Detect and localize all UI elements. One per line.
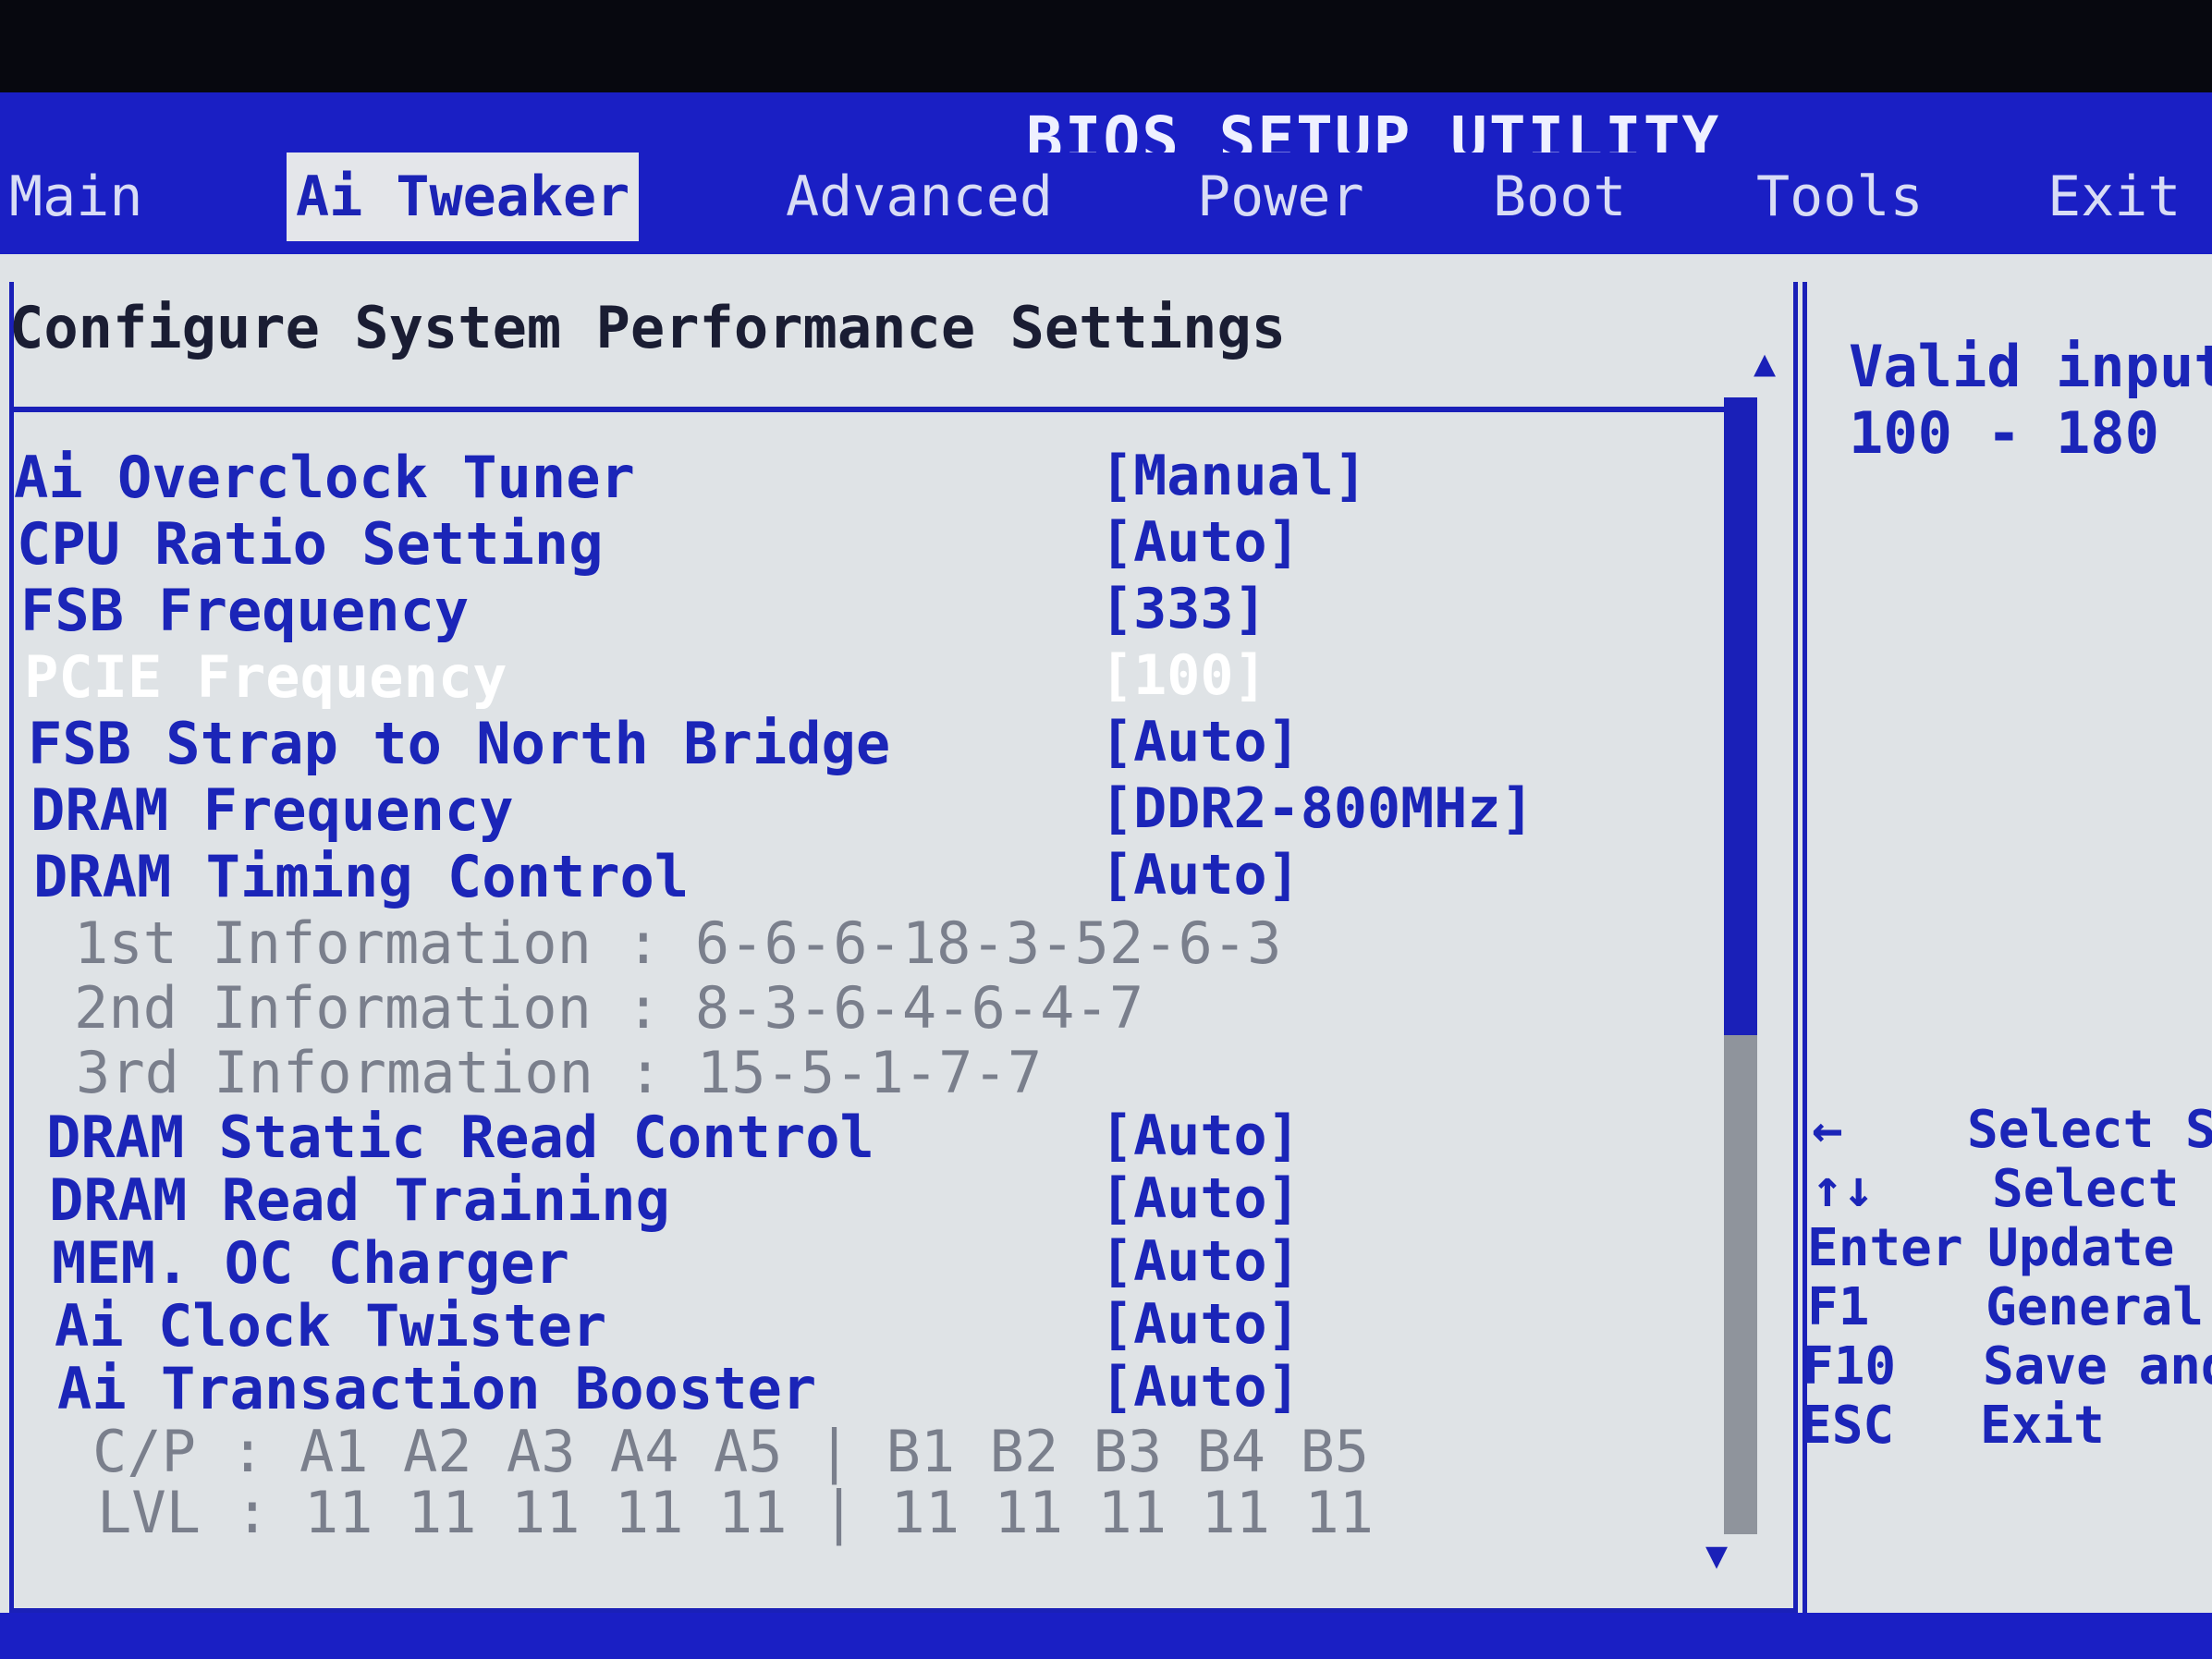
key-desc: Update <box>1987 1218 2175 1278</box>
tab-main[interactable]: Main <box>0 152 153 241</box>
tab-ai-tweaker[interactable]: Ai Tweaker <box>287 152 640 241</box>
tab-exit[interactable]: Exit <box>2038 152 2191 241</box>
setting-value[interactable]: [Auto] <box>1100 1355 1301 1420</box>
setting-label: DRAM Read Training <box>49 1166 670 1234</box>
setting-value[interactable]: [333] <box>1100 577 1267 641</box>
key-enter: Enter <box>1807 1218 1963 1278</box>
setting-dram-frequency[interactable]: DRAM Frequency [DDR2-800MHz] <box>0 776 1756 844</box>
setting-fsb-frequency[interactable]: FSB Frequency [333] <box>0 577 1756 644</box>
key-desc: Exit <box>1980 1396 2105 1456</box>
left-arrow-icon: ← <box>1812 1100 1843 1160</box>
setting-label: Ai Transaction Booster <box>57 1355 817 1422</box>
key-desc: Select <box>1992 1159 2180 1219</box>
setting-ai-transaction-booster[interactable]: Ai Transaction Booster [Auto] <box>0 1355 1756 1422</box>
key-f1: F1 <box>1807 1277 1870 1337</box>
tab-advanced[interactable]: Advanced <box>776 152 1062 241</box>
scroll-up-arrow-icon[interactable]: ▲ <box>1754 342 1776 384</box>
timing-info-3: 3rd Information : 15-5-1-7-7 <box>0 1039 1756 1106</box>
setting-fsb-strap[interactable]: FSB Strap to North Bridge [Auto] <box>0 710 1756 777</box>
setting-value[interactable]: [Manual] <box>1100 444 1367 508</box>
setting-value[interactable]: [Auto] <box>1100 710 1301 775</box>
setting-value[interactable]: [Auto] <box>1100 843 1301 908</box>
setting-label: DRAM Timing Control <box>33 843 690 910</box>
setting-label: PCIE Frequency <box>24 643 507 711</box>
timing-info-2: 2nd Information : 8-3-6-4-6-4-7 <box>0 974 1756 1042</box>
setting-dram-static-read[interactable]: DRAM Static Read Control [Auto] <box>0 1104 1756 1171</box>
key-desc: Save and <box>1983 1336 2212 1397</box>
setting-value[interactable]: [Auto] <box>1100 1166 1301 1231</box>
help-text-line2: 100 - 180 <box>1849 399 2159 467</box>
section-divider <box>14 407 1752 412</box>
setting-value[interactable]: [Auto] <box>1100 510 1301 575</box>
key-esc: ESC <box>1801 1396 1895 1456</box>
setting-pcie-frequency[interactable]: PCIE Frequency [100] <box>0 643 1756 711</box>
setting-ai-clock-twister[interactable]: Ai Clock Twister [Auto] <box>0 1292 1756 1360</box>
scrollbar-thumb[interactable] <box>1724 397 1757 1035</box>
setting-value[interactable]: [100] <box>1100 643 1267 708</box>
tab-boot[interactable]: Boot <box>1484 152 1636 241</box>
bezel-top <box>0 0 2212 92</box>
setting-value[interactable]: [DDR2-800MHz] <box>1100 776 1534 841</box>
tab-power[interactable]: Power <box>1188 152 1374 241</box>
setting-label: DRAM Static Read Control <box>46 1104 874 1171</box>
setting-label: DRAM Frequency <box>31 776 514 844</box>
menu-tabs: Main Ai Tweaker Advanced Power Boot Tool… <box>0 152 2212 254</box>
tab-tools[interactable]: Tools <box>1747 152 1933 241</box>
setting-dram-timing-control[interactable]: DRAM Timing Control [Auto] <box>0 843 1756 910</box>
up-down-arrow-icon: ↑↓ <box>1812 1159 1875 1219</box>
setting-cpu-ratio[interactable]: CPU Ratio Setting [Auto] <box>0 510 1756 578</box>
section-title: Configure System Performance Settings <box>9 294 1287 361</box>
info-text: C/P : A1 A2 A3 A4 A5 | B1 B2 B3 B4 B5 <box>92 1418 1370 1485</box>
key-desc: General <box>1986 1277 2205 1337</box>
setting-dram-read-training[interactable]: DRAM Read Training [Auto] <box>0 1166 1756 1234</box>
setting-mem-oc-charger[interactable]: MEM. OC Charger [Auto] <box>0 1229 1756 1297</box>
setting-label: Ai Overclock Tuner <box>14 444 635 511</box>
info-text: 3rd Information : 15-5-1-7-7 <box>76 1039 1043 1106</box>
setting-ai-overclock-tuner[interactable]: Ai Overclock Tuner [Manual] <box>0 444 1756 511</box>
booster-info-lvl: LVL : 11 11 11 11 11 | 11 11 11 11 11 <box>0 1479 1756 1546</box>
key-desc: Select S <box>1967 1100 2212 1160</box>
setting-value[interactable]: [Auto] <box>1100 1292 1301 1357</box>
footer-bar <box>0 1613 2212 1659</box>
setting-value[interactable]: [Auto] <box>1100 1229 1301 1294</box>
setting-label: FSB Frequency <box>20 577 470 644</box>
info-text: 2nd Information : 8-3-6-4-6-4-7 <box>74 974 1144 1042</box>
setting-label: Ai Clock Twister <box>55 1292 607 1360</box>
key-f10: F10 <box>1803 1336 1897 1397</box>
info-text: 1st Information : 6-6-6-18-3-52-6-3 <box>74 909 1282 977</box>
setting-label: MEM. OC Charger <box>52 1229 569 1297</box>
setting-label: CPU Ratio Setting <box>17 510 604 578</box>
scroll-down-arrow-icon[interactable]: ▼ <box>1705 1534 1728 1577</box>
help-text-line1: Valid input <box>1849 333 2212 400</box>
setting-value[interactable]: [Auto] <box>1100 1104 1301 1168</box>
booster-info-cp: C/P : A1 A2 A3 A4 A5 | B1 B2 B3 B4 B5 <box>0 1418 1756 1485</box>
timing-info-1: 1st Information : 6-6-6-18-3-52-6-3 <box>0 909 1756 977</box>
setting-label: FSB Strap to North Bridge <box>28 710 891 777</box>
info-text: LVL : 11 11 11 11 11 | 11 11 11 11 11 <box>97 1479 1375 1546</box>
